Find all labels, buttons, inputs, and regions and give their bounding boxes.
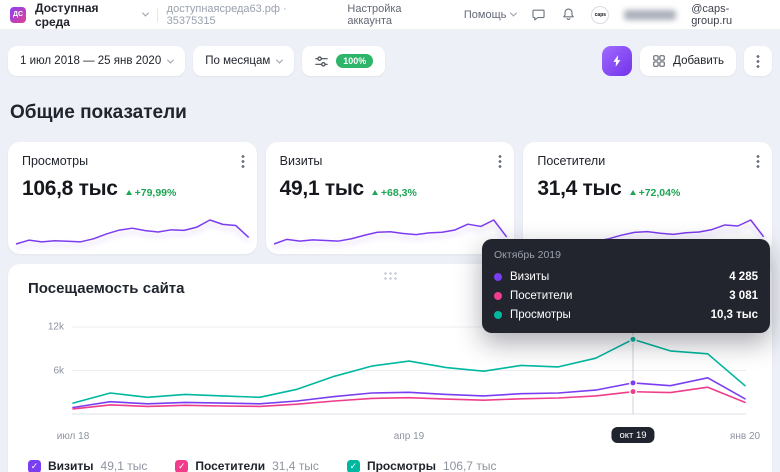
account-settings-link[interactable]: Настройка аккаунта (347, 3, 449, 27)
triangle-up-icon (126, 190, 132, 195)
divider (157, 8, 158, 22)
tooltip-value: 3 081 (729, 290, 758, 302)
avatar[interactable]: caps (591, 6, 609, 24)
counter-name-label: Доступная среда (35, 1, 137, 29)
counter-meta: доступнаясреда63.рф · 35375315 (167, 3, 339, 27)
x-axis-label: июл 18 (57, 431, 90, 442)
tooltip-title: Октябрь 2019 (494, 249, 758, 261)
tooltip-row: Посетители 3 081 (494, 286, 758, 305)
tooltip-value: 10,3 тыс (711, 309, 758, 321)
legend-value: 49,1 тыс (101, 459, 148, 472)
kebab-menu-icon[interactable] (756, 154, 760, 169)
page-title: Общие показатели (10, 102, 780, 124)
metric-delta: +72,04% (630, 187, 681, 199)
top-bar: ДС Доступная среда доступнаясреда63.рф ·… (0, 0, 780, 30)
metric-card-title: Просмотры (22, 154, 243, 168)
triangle-up-icon (630, 190, 636, 195)
kebab-menu-icon[interactable] (498, 154, 502, 169)
add-widget-button[interactable]: Добавить (640, 46, 736, 76)
x-axis: июл 18апр 19окт 19янв 20 (72, 427, 746, 447)
chart-tooltip: Октябрь 2019 Визиты 4 285 Посетители 3 0… (482, 239, 770, 333)
user-name-blurred (624, 10, 676, 20)
sparkline (274, 214, 507, 248)
chart-legend: Визиты 49,1 тыс Посетители 31,4 тыс Прос… (28, 459, 752, 472)
metric-card-views: Просмотры 106,8 тыс +79,99% (8, 142, 257, 254)
tooltip-label: Посетители (510, 290, 572, 302)
x-axis-label: янв 20 (730, 431, 760, 442)
legend-value: 106,7 тыс (443, 459, 496, 472)
tooltip-row: Визиты 4 285 (494, 267, 758, 286)
metric-delta: +79,99% (126, 187, 177, 199)
checkbox-checked[interactable] (28, 460, 41, 472)
y-axis-label: 12k (48, 322, 64, 333)
chevron-down-icon (510, 10, 517, 17)
chevron-down-icon (167, 56, 174, 63)
metric-delta: +68,3% (372, 187, 417, 199)
grouping-label: По месяцам (205, 55, 270, 67)
user-email-domain: @caps-group.ru (691, 3, 770, 27)
checkbox-checked[interactable] (175, 460, 188, 472)
quick-actions-button[interactable] (602, 46, 632, 76)
more-options-button[interactable] (744, 46, 772, 76)
series-dot-icon (494, 273, 502, 281)
x-axis-label: апр 19 (394, 431, 424, 442)
metric-value-row: 31,4 тыс +72,04% (537, 177, 758, 201)
lightning-icon (610, 54, 624, 68)
tooltip-value: 4 285 (729, 271, 758, 283)
drag-handle-icon[interactable] (383, 271, 397, 280)
chat-icon[interactable] (531, 7, 546, 22)
tooltip-row: Просмотры 10,3 тыс (494, 305, 758, 324)
metric-value: 31,4 тыс (537, 177, 621, 201)
metric-cards-row: Просмотры 106,8 тыс +79,99% Визиты 49,1 … (8, 142, 772, 254)
kebab-menu-icon (756, 54, 760, 69)
y-axis-label: 6k (53, 365, 64, 376)
legend-label: Визиты (48, 459, 94, 472)
grouping-select[interactable]: По месяцам (193, 46, 294, 76)
metric-card-title: Посетители (537, 154, 758, 168)
widgets-grid-icon (652, 54, 666, 68)
delta-percent: +68,3% (381, 187, 417, 199)
sparkline (16, 214, 249, 248)
metric-value-row: 106,8 тыс +79,99% (22, 177, 243, 201)
metric-value-row: 49,1 тыс +68,3% (280, 177, 501, 201)
series-dot-icon (494, 311, 502, 319)
legend-value: 31,4 тыс (272, 459, 319, 472)
topbar-right: Настройка аккаунта Помощь caps @caps-gro… (347, 3, 770, 27)
chevron-down-icon (142, 10, 149, 17)
help-label: Помощь (464, 9, 507, 21)
sampling-badge: 100% (336, 54, 373, 68)
x-axis-label-highlighted: окт 19 (611, 427, 654, 443)
checkbox-checked[interactable] (347, 460, 360, 472)
help-menu[interactable]: Помощь (464, 9, 517, 21)
triangle-up-icon (372, 190, 378, 195)
metric-card-visitors: Посетители 31,4 тыс +72,04% (523, 142, 772, 254)
chart-canvas[interactable] (72, 321, 746, 421)
delta-percent: +72,04% (639, 187, 681, 199)
metric-value: 49,1 тыс (280, 177, 364, 201)
metric-card-title: Визиты (280, 154, 501, 168)
toolbar: 1 июл 2018 — 25 янв 2020 По месяцам 100%… (8, 46, 772, 76)
counter-switcher[interactable]: Доступная среда (35, 1, 148, 29)
sampling-settings-button[interactable]: 100% (302, 46, 385, 76)
counter-logo: ДС (10, 7, 26, 23)
notifications-bell-icon[interactable] (561, 7, 576, 22)
tooltip-label: Просмотры (510, 309, 571, 321)
legend-item-visits[interactable]: Визиты 49,1 тыс (28, 459, 147, 472)
date-range-picker[interactable]: 1 июл 2018 — 25 янв 2020 (8, 46, 185, 76)
delta-percent: +79,99% (135, 187, 177, 199)
kebab-menu-icon[interactable] (241, 154, 245, 169)
series-dot-icon (494, 292, 502, 300)
sliders-icon (314, 54, 329, 69)
metric-value: 106,8 тыс (22, 177, 118, 201)
legend-label: Просмотры (367, 459, 436, 472)
line-chart[interactable]: 6k12k (72, 321, 746, 421)
legend-label: Посетители (195, 459, 265, 472)
metric-card-visits: Визиты 49,1 тыс +68,3% (266, 142, 515, 254)
add-button-label: Добавить (673, 55, 724, 67)
date-range-label: 1 июл 2018 — 25 янв 2020 (20, 55, 161, 67)
chevron-down-icon (276, 56, 283, 63)
legend-item-views[interactable]: Просмотры 106,7 тыс (347, 459, 497, 472)
legend-item-visitors[interactable]: Посетители 31,4 тыс (175, 459, 319, 472)
tooltip-label: Визиты (510, 271, 549, 283)
